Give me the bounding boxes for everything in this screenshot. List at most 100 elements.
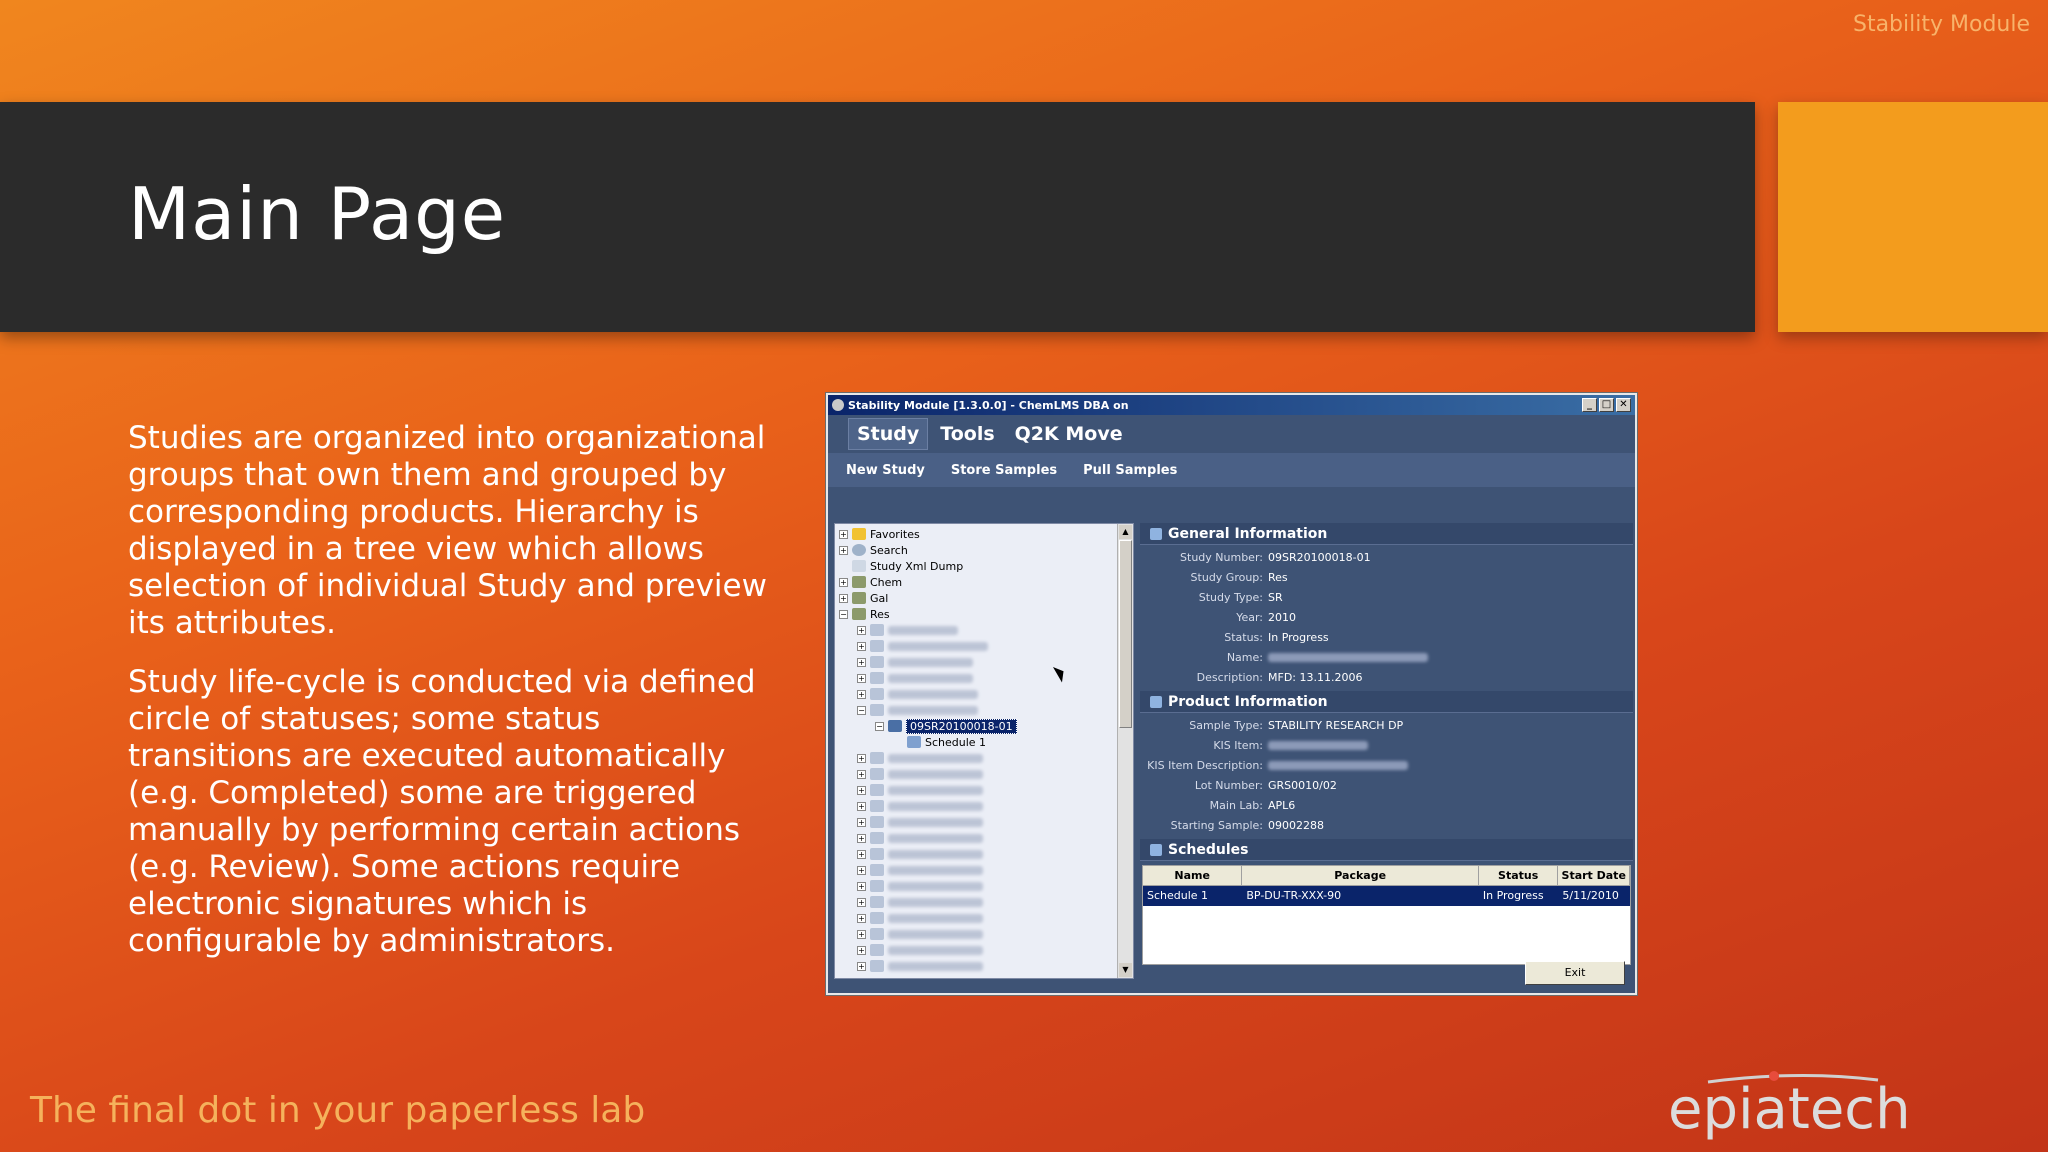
product-icon: [870, 800, 884, 812]
maximize-button[interactable]: □: [1599, 398, 1614, 412]
epiatech-logo: epiatech: [1668, 1071, 1911, 1140]
column-header-package[interactable]: Package: [1242, 866, 1479, 886]
product-icon: [870, 768, 884, 780]
toolbar: New Study Store Samples Pull Samples: [828, 453, 1635, 487]
tree-product-item[interactable]: +: [839, 878, 1129, 894]
general-info-header: General Information: [1140, 523, 1633, 545]
minimize-button[interactable]: _: [1582, 398, 1597, 412]
tree-product-item[interactable]: +: [839, 894, 1129, 910]
field-study-group: Study Group: Res: [1190, 570, 1288, 584]
tree-study-selected[interactable]: −09SR20100018-01: [839, 718, 1129, 734]
field-kis-item-description: KIS Item Description:: [1140, 755, 1633, 775]
product-icon: [870, 656, 884, 668]
product-icon: [870, 784, 884, 796]
svg-text:epiatech: epiatech: [1668, 1077, 1911, 1140]
schedules-table: Name Package Status Start Date Schedule …: [1142, 865, 1631, 965]
tree-product-item[interactable]: +: [839, 622, 1129, 638]
body-text: Studies are organized into organizationa…: [128, 420, 768, 982]
product-icon: [870, 752, 884, 764]
exit-button[interactable]: Exit: [1525, 961, 1625, 985]
table-row[interactable]: Schedule 1 BP-DU-TR-XXX-90 In Progress 5…: [1143, 886, 1630, 906]
field-description: Description: MFD: 13.11.2006: [1196, 670, 1363, 684]
product-icon: [870, 640, 884, 652]
field-starting-sample: Starting Sample: 09002288: [1170, 818, 1324, 832]
product-icon: [870, 672, 884, 684]
schedules-header: Schedules: [1140, 839, 1633, 861]
product-icon: [870, 816, 884, 828]
product-icon: [870, 944, 884, 956]
slide-title: Main Page: [128, 172, 507, 256]
field-main-lab: Main Lab: APL6: [1209, 798, 1296, 812]
group-icon: [852, 608, 866, 620]
tree-product-item[interactable]: +: [839, 846, 1129, 862]
scroll-thumb[interactable]: [1119, 540, 1132, 728]
search-icon: [852, 544, 866, 556]
scroll-down-arrow-icon[interactable]: ▼: [1119, 963, 1132, 977]
group-icon: [852, 576, 866, 588]
column-header-name[interactable]: Name: [1143, 866, 1243, 886]
field-sample-type: Sample Type: STABILITY RESEARCH DP: [1189, 718, 1404, 732]
store-samples-button[interactable]: Store Samples: [951, 463, 1057, 478]
menu-study[interactable]: Study: [848, 418, 929, 450]
tree-item-search[interactable]: + Search: [839, 542, 1129, 558]
close-button[interactable]: ✕: [1616, 398, 1631, 412]
calendar-icon: [907, 736, 921, 748]
document-icon: [852, 560, 866, 572]
menu-q2k-move[interactable]: Q2K Move: [1007, 419, 1131, 449]
menu-tools[interactable]: Tools: [932, 419, 1002, 449]
info-icon: [1150, 527, 1162, 540]
list-icon: [1150, 843, 1162, 856]
tree-product-item[interactable]: +: [839, 750, 1129, 766]
tree-product-item[interactable]: +: [839, 958, 1129, 974]
window-titlebar: Stability Module [1.3.0.0] - ChemLMS DBA…: [828, 395, 1635, 415]
tree-item-res[interactable]: − Res: [839, 606, 1129, 622]
title-bar: Main Page: [0, 102, 1755, 332]
tree-product-item[interactable]: +: [839, 910, 1129, 926]
tree-product-item[interactable]: +: [839, 654, 1129, 670]
tree-product-item[interactable]: +: [839, 782, 1129, 798]
field-study-type: Study Type: SR: [1198, 590, 1283, 604]
product-icon: [870, 864, 884, 876]
column-header-start-date[interactable]: Start Date: [1558, 866, 1630, 886]
paragraph-1: Studies are organized into organizationa…: [128, 420, 767, 641]
corner-label: Stability Module: [1852, 12, 2030, 37]
study-tree[interactable]: + Favorites + Search Study Xml Dump + Chem …: [834, 523, 1134, 979]
tree-product-item[interactable]: +: [839, 942, 1129, 958]
tree-product-item[interactable]: +: [839, 830, 1129, 846]
field-status: Status: In Progress: [1224, 630, 1329, 644]
column-header-status[interactable]: Status: [1478, 866, 1559, 886]
tree-product-item[interactable]: +: [839, 862, 1129, 878]
tree-scrollbar[interactable]: ▲ ▼: [1117, 524, 1133, 978]
accent-block: [1778, 102, 2048, 332]
new-study-button[interactable]: New Study: [846, 463, 925, 478]
table-header-row: Name Package Status Start Date: [1143, 866, 1630, 886]
tree-item-chem[interactable]: + Chem: [839, 574, 1129, 590]
tree-product-item[interactable]: +: [839, 638, 1129, 654]
product-icon: [870, 960, 884, 972]
tree-item-favorites[interactable]: + Favorites: [839, 526, 1129, 542]
tree-product-item[interactable]: −: [839, 702, 1129, 718]
tree-product-item[interactable]: +: [839, 926, 1129, 942]
menu-bar: Study Tools Q2K Move: [828, 415, 1635, 453]
tree-item-xml-dump[interactable]: Study Xml Dump: [839, 558, 1129, 574]
tree-product-item[interactable]: +: [839, 670, 1129, 686]
field-name: Name:: [1140, 647, 1633, 667]
tree-product-item[interactable]: +: [839, 798, 1129, 814]
pull-samples-button[interactable]: Pull Samples: [1083, 463, 1177, 478]
window-title: Stability Module [1.3.0.0] - ChemLMS DBA…: [848, 398, 1129, 412]
field-kis-item: KIS Item:: [1140, 735, 1633, 755]
tree-product-item[interactable]: +: [839, 686, 1129, 702]
tree-item-gal[interactable]: + Gal: [839, 590, 1129, 606]
product-icon: [870, 880, 884, 892]
scroll-up-arrow-icon[interactable]: ▲: [1119, 525, 1132, 539]
tree-product-item[interactable]: +: [839, 766, 1129, 782]
paragraph-2: Study life-cycle is conducted via define…: [128, 664, 756, 959]
tree-schedule-item[interactable]: Schedule 1: [839, 734, 1129, 750]
group-icon: [852, 592, 866, 604]
app-body: Study Tools Q2K Move New Study Store Sam…: [828, 415, 1635, 993]
product-icon: [870, 704, 884, 716]
field-lot-number: Lot Number: GRS0010/02: [1194, 778, 1337, 792]
tree-product-item[interactable]: +: [839, 814, 1129, 830]
product-info-header: Product Information: [1140, 691, 1633, 713]
product-icon: [870, 928, 884, 940]
